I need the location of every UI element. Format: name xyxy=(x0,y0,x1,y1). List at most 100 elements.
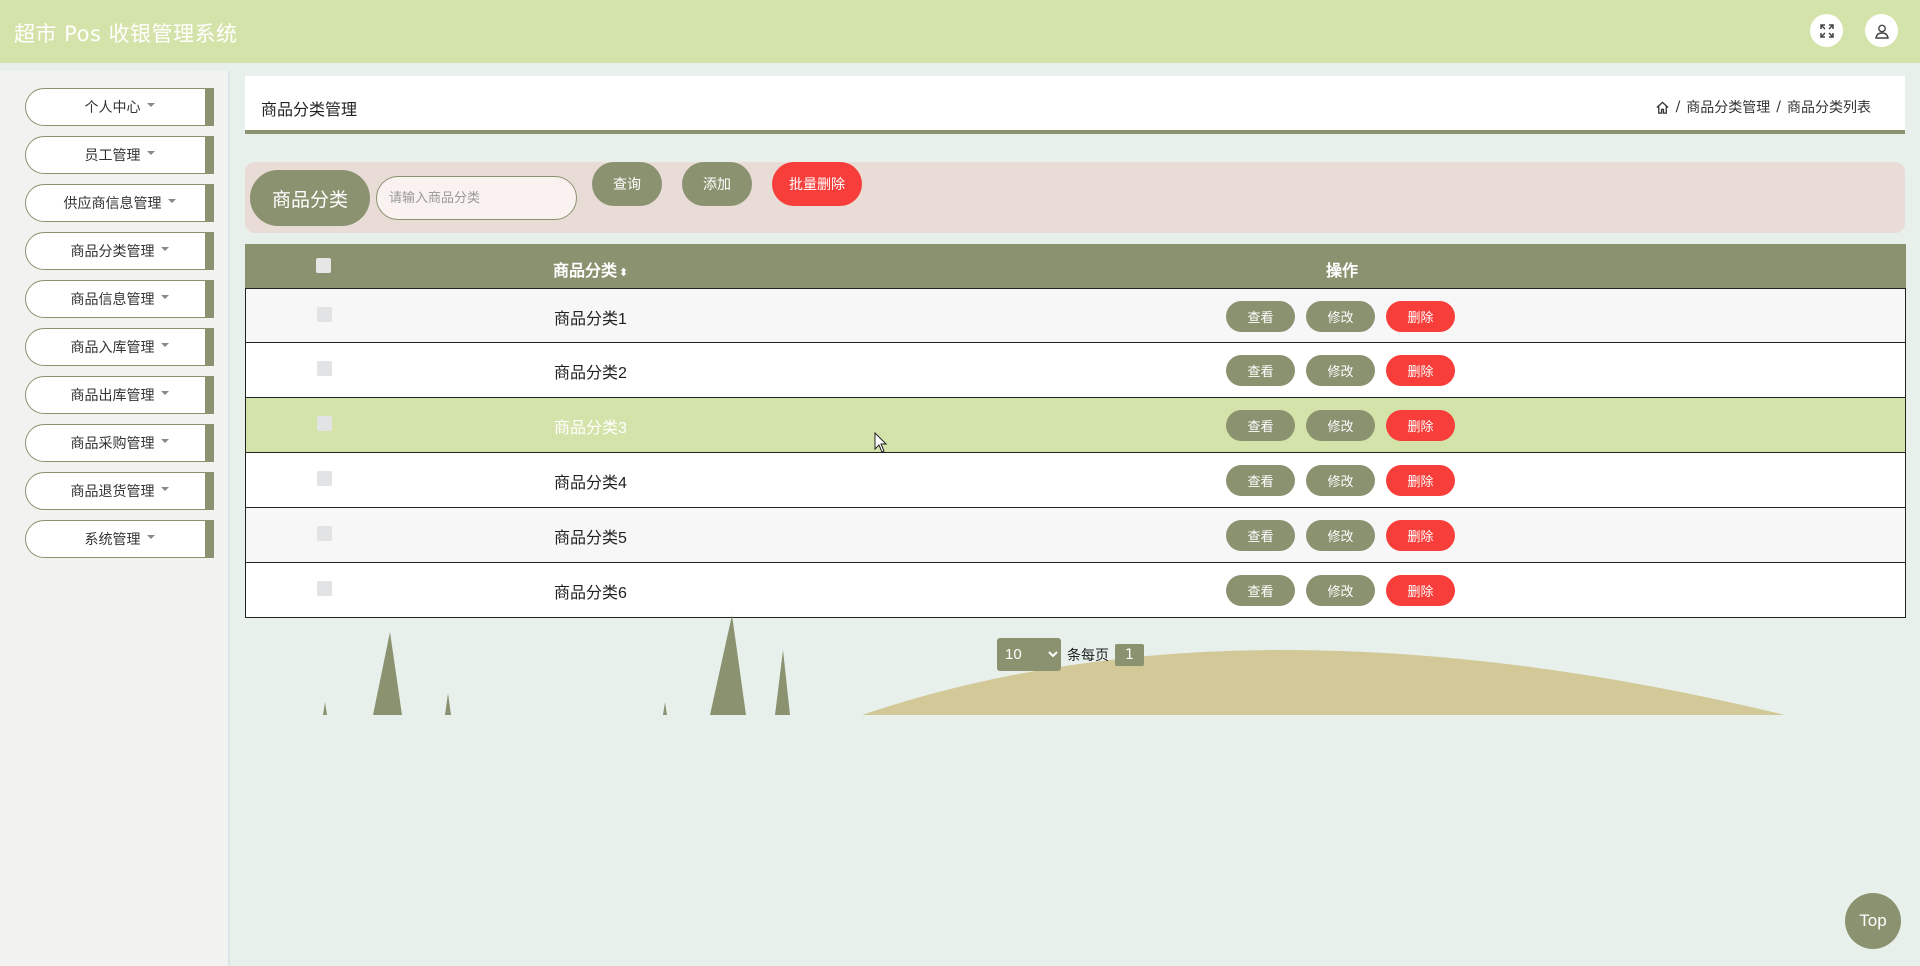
caret-down-icon xyxy=(160,343,169,347)
tree-shape xyxy=(775,650,790,715)
table-row[interactable]: 商品分类3 查看 修改 删除 xyxy=(245,398,1906,453)
table-row[interactable]: 商品分类4 查看 修改 删除 xyxy=(245,453,1906,508)
top-header: 超市 Pos 收银管理系统 xyxy=(0,0,1920,63)
caret-down-icon xyxy=(160,295,169,299)
row-checkbox[interactable] xyxy=(317,471,332,486)
sidebar-item-purchase[interactable]: 商品采购管理 xyxy=(25,424,214,462)
row-checkbox[interactable] xyxy=(317,416,332,431)
breadcrumb: / 商品分类管理 / 商品分类列表 xyxy=(1655,97,1871,117)
sidebar-item-stock-in[interactable]: 商品入库管理 xyxy=(25,328,214,366)
delete-button[interactable]: 删除 xyxy=(1386,355,1455,386)
edit-button[interactable]: 修改 xyxy=(1306,520,1375,551)
delete-button[interactable]: 删除 xyxy=(1386,465,1455,496)
app-title: 超市 Pos 收银管理系统 xyxy=(14,22,238,46)
row-category-name: 商品分类4 xyxy=(554,475,627,492)
caret-down-icon xyxy=(160,391,169,395)
sidebar-item-stock-out[interactable]: 商品出库管理 xyxy=(25,376,214,414)
mouse-cursor-icon xyxy=(874,432,888,453)
delete-button[interactable]: 删除 xyxy=(1386,520,1455,551)
sort-icon[interactable]: ⬍ xyxy=(619,266,628,279)
caret-down-icon xyxy=(146,103,155,107)
caret-down-icon xyxy=(160,247,169,251)
per-page-label: 条每页 xyxy=(1067,647,1109,664)
breadcrumb-category-management[interactable]: 商品分类管理 xyxy=(1686,97,1770,117)
sidebar-item-label: 商品入库管理 xyxy=(70,340,155,356)
row-checkbox[interactable] xyxy=(317,307,332,322)
search-label: 商品分类 xyxy=(250,170,370,226)
sidebar-item-label: 商品采购管理 xyxy=(70,436,155,452)
expand-icon[interactable] xyxy=(1810,14,1843,47)
batch-delete-button[interactable]: 批量删除 xyxy=(772,162,862,206)
view-button[interactable]: 查看 xyxy=(1226,575,1295,606)
table-row[interactable]: 商品分类2 查看 修改 删除 xyxy=(245,343,1906,398)
select-all-checkbox[interactable] xyxy=(316,258,331,273)
breadcrumb-category-list: 商品分类列表 xyxy=(1787,100,1871,116)
query-button[interactable]: 查询 xyxy=(592,162,662,206)
row-category-name: 商品分类2 xyxy=(554,365,627,382)
view-button[interactable]: 查看 xyxy=(1226,301,1295,332)
view-button[interactable]: 查看 xyxy=(1226,520,1295,551)
sidebar-item-label: 商品信息管理 xyxy=(70,292,155,308)
tree-shape xyxy=(710,615,746,715)
table-row[interactable]: 商品分类1 查看 修改 删除 xyxy=(245,288,1906,343)
sidebar-item-system[interactable]: 系统管理 xyxy=(25,520,214,558)
page-title: 商品分类管理 xyxy=(261,100,358,119)
caret-down-icon xyxy=(146,151,155,155)
category-search-input[interactable] xyxy=(376,176,577,220)
edit-button[interactable]: 修改 xyxy=(1306,355,1375,386)
add-button[interactable]: 添加 xyxy=(682,162,752,206)
sidebar-item-label: 员工管理 xyxy=(84,148,141,164)
back-to-top-button[interactable]: Top xyxy=(1845,893,1901,949)
sidebar-item-supplier[interactable]: 供应商信息管理 xyxy=(25,184,214,222)
sidebar-item-label: 供应商信息管理 xyxy=(63,196,162,212)
sidebar-item-label: 商品退货管理 xyxy=(70,484,155,500)
sidebar-item-label: 个人中心 xyxy=(84,100,141,116)
edit-button[interactable]: 修改 xyxy=(1306,465,1375,496)
row-checkbox[interactable] xyxy=(317,581,332,596)
row-checkbox[interactable] xyxy=(317,361,332,376)
tree-shape xyxy=(663,702,667,715)
tree-shape xyxy=(445,693,451,715)
caret-down-icon xyxy=(160,439,169,443)
table-row[interactable]: 商品分类5 查看 修改 删除 xyxy=(245,508,1906,563)
column-header-actions: 操作 xyxy=(1326,263,1359,280)
caret-down-icon xyxy=(160,487,169,491)
delete-button[interactable]: 删除 xyxy=(1386,410,1455,441)
user-icon[interactable] xyxy=(1865,14,1898,47)
pagination: 10 条每页 1 xyxy=(997,638,1144,671)
view-button[interactable]: 查看 xyxy=(1226,410,1295,441)
row-category-name: 商品分类6 xyxy=(554,585,627,602)
sidebar-item-label: 系统管理 xyxy=(84,532,141,548)
view-button[interactable]: 查看 xyxy=(1226,465,1295,496)
row-category-name: 商品分类5 xyxy=(554,530,627,547)
edit-button[interactable]: 修改 xyxy=(1306,575,1375,606)
row-category-name: 商品分类1 xyxy=(554,311,627,328)
page-number-current[interactable]: 1 xyxy=(1115,643,1144,666)
column-header-category[interactable]: 商品分类 ⬍ xyxy=(553,257,628,281)
sidebar: 个人中心 员工管理 供应商信息管理 商品分类管理 商品信息管理 商品入库管理 商… xyxy=(0,71,230,966)
category-table: 商品分类 ⬍ 操作 商品分类1 查看 修改 删除 商品分类2 查看 修改 删除 商… xyxy=(245,244,1906,618)
page-size-select[interactable]: 10 xyxy=(997,638,1061,671)
sidebar-item-product-info[interactable]: 商品信息管理 xyxy=(25,280,214,318)
caret-down-icon xyxy=(167,199,176,203)
sidebar-item-return[interactable]: 商品退货管理 xyxy=(25,472,214,510)
home-icon[interactable] xyxy=(1655,100,1670,115)
table-header: 商品分类 ⬍ 操作 xyxy=(245,244,1906,288)
sidebar-item-label: 商品出库管理 xyxy=(70,388,155,404)
page-header: 商品分类管理 / 商品分类管理 / 商品分类列表 xyxy=(245,76,1905,134)
breadcrumb-separator: / xyxy=(1675,99,1681,115)
delete-button[interactable]: 删除 xyxy=(1386,575,1455,606)
sidebar-item-staff[interactable]: 员工管理 xyxy=(25,136,214,174)
breadcrumb-separator: / xyxy=(1776,99,1781,115)
tree-shape xyxy=(323,702,327,715)
view-button[interactable]: 查看 xyxy=(1226,355,1295,386)
sidebar-item-category[interactable]: 商品分类管理 xyxy=(25,232,214,270)
row-checkbox[interactable] xyxy=(317,526,332,541)
edit-button[interactable]: 修改 xyxy=(1306,410,1375,441)
delete-button[interactable]: 删除 xyxy=(1386,301,1455,332)
search-bar: 商品分类 查询 添加 批量删除 xyxy=(245,162,1905,233)
row-category-name: 商品分类3 xyxy=(554,420,627,437)
edit-button[interactable]: 修改 xyxy=(1306,301,1375,332)
caret-down-icon xyxy=(146,535,155,539)
sidebar-item-personal-center[interactable]: 个人中心 xyxy=(25,88,214,126)
